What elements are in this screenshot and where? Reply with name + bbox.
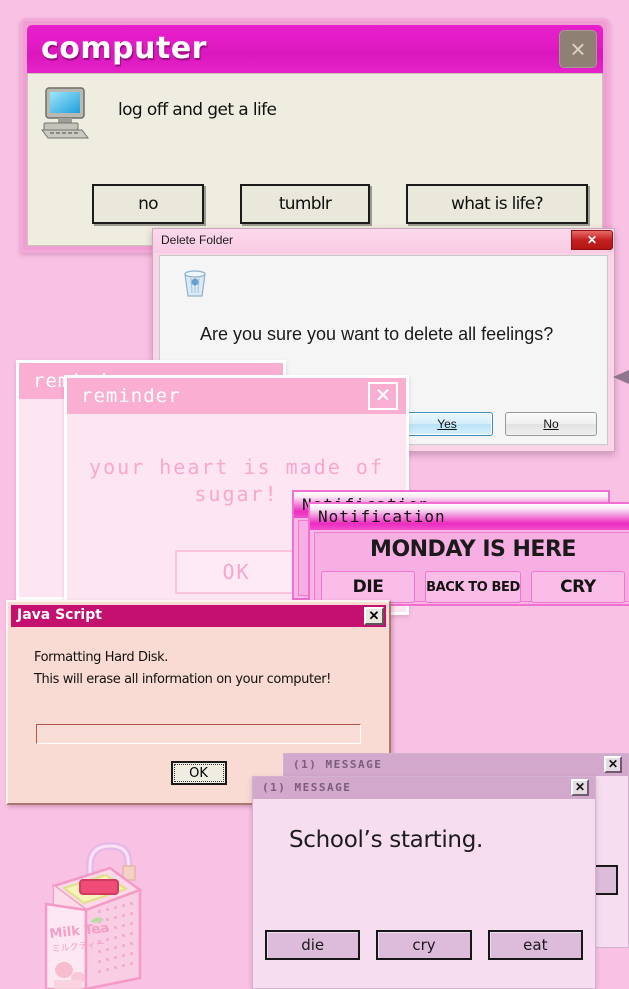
computer-dialog-body: log off and get a life no tumblr what is… — [27, 73, 603, 246]
computer-button-row: no tumblr what is life? — [28, 184, 602, 224]
recycle-bin-icon — [180, 266, 210, 298]
close-icon[interactable]: ✕ — [571, 230, 613, 250]
close-icon[interactable]: ✕ — [368, 382, 398, 410]
message-button-row: die cry eat — [265, 930, 583, 960]
computer-message-text: log off and get a life — [118, 100, 277, 120]
no-button-label: No — [543, 417, 559, 431]
reminder-titlebar[interactable]: reminder ✕ — [67, 378, 406, 414]
yes-button-label: Yes — [437, 417, 457, 431]
cry-button[interactable]: CRY — [530, 571, 625, 603]
javascript-window-title: Java Script — [17, 607, 102, 623]
javascript-prompt-input[interactable] — [36, 724, 361, 744]
vaporwave-desktop-collage: computer × log off and get a life no tum… — [0, 0, 629, 989]
notification-button-row: DIE BACK TO BED CRY — [321, 571, 625, 603]
message-back-title: (1) MESSAGE — [293, 758, 383, 771]
notification-heading: MONDAY IS HERE — [370, 537, 576, 562]
message-back-titlebar[interactable]: (1) MESSAGE ✕ — [284, 754, 628, 776]
message-title: (1) MESSAGE — [262, 781, 352, 794]
close-icon[interactable]: × — [559, 30, 597, 68]
computer-dialog-window: computer × log off and get a life no tum… — [20, 18, 610, 253]
delete-folder-title: Delete Folder — [161, 233, 234, 247]
notification-title: Notification — [318, 507, 446, 526]
no-button[interactable]: no — [92, 184, 204, 224]
edge-arrow-artifact — [613, 370, 629, 384]
javascript-titlebar[interactable]: Java Script ✕ — [11, 605, 386, 627]
computer-window-title: computer — [41, 31, 207, 66]
delete-folder-titlebar[interactable]: Delete Folder ✕ — [153, 229, 614, 253]
javascript-message-line-2: This will erase all information on your … — [34, 672, 331, 687]
die-button[interactable]: die — [265, 930, 361, 960]
notification-body: MONDAY IS HERE DIE BACK TO BED CRY — [314, 532, 629, 603]
back-to-bed-button[interactable]: BACK TO BED — [425, 571, 521, 603]
no-button[interactable]: No — [505, 412, 597, 436]
die-button[interactable]: DIE — [321, 571, 416, 603]
javascript-message-line-1: Formatting Hard Disk. — [34, 650, 169, 665]
reminder-title: reminder — [81, 385, 181, 407]
eat-button[interactable]: eat — [487, 930, 583, 960]
message-dialog: (1) MESSAGE ✕ School’s starting. die cry… — [252, 776, 596, 989]
tumblr-button[interactable]: tumblr — [240, 184, 370, 224]
close-icon[interactable]: ✕ — [571, 779, 589, 796]
computer-titlebar[interactable]: computer × — [27, 25, 603, 73]
delete-folder-button-row: Yes No — [401, 412, 597, 436]
what-is-life-button[interactable]: what is life? — [406, 184, 588, 224]
close-icon[interactable]: ✕ — [604, 756, 622, 773]
ok-button[interactable]: OK — [170, 761, 227, 785]
ok-button[interactable]: OK — [174, 550, 299, 594]
delete-folder-message: Are you sure you want to delete all feel… — [200, 324, 554, 344]
milk-tea-carton-image: Milk Tea ミルクティー — [28, 818, 178, 989]
yes-button[interactable]: Yes — [401, 412, 493, 436]
desktop-computer-icon — [38, 84, 96, 142]
computer-message-row: log off and get a life — [38, 84, 277, 142]
message-titlebar[interactable]: (1) MESSAGE ✕ — [253, 777, 595, 799]
message-body-text: School’s starting. — [289, 827, 484, 853]
close-icon[interactable]: ✕ — [364, 607, 384, 625]
notification-titlebar[interactable]: Notification — [310, 504, 629, 530]
cry-button[interactable]: cry — [376, 930, 472, 960]
notification-dialog: Notification MONDAY IS HERE DIE BACK TO … — [308, 502, 629, 606]
